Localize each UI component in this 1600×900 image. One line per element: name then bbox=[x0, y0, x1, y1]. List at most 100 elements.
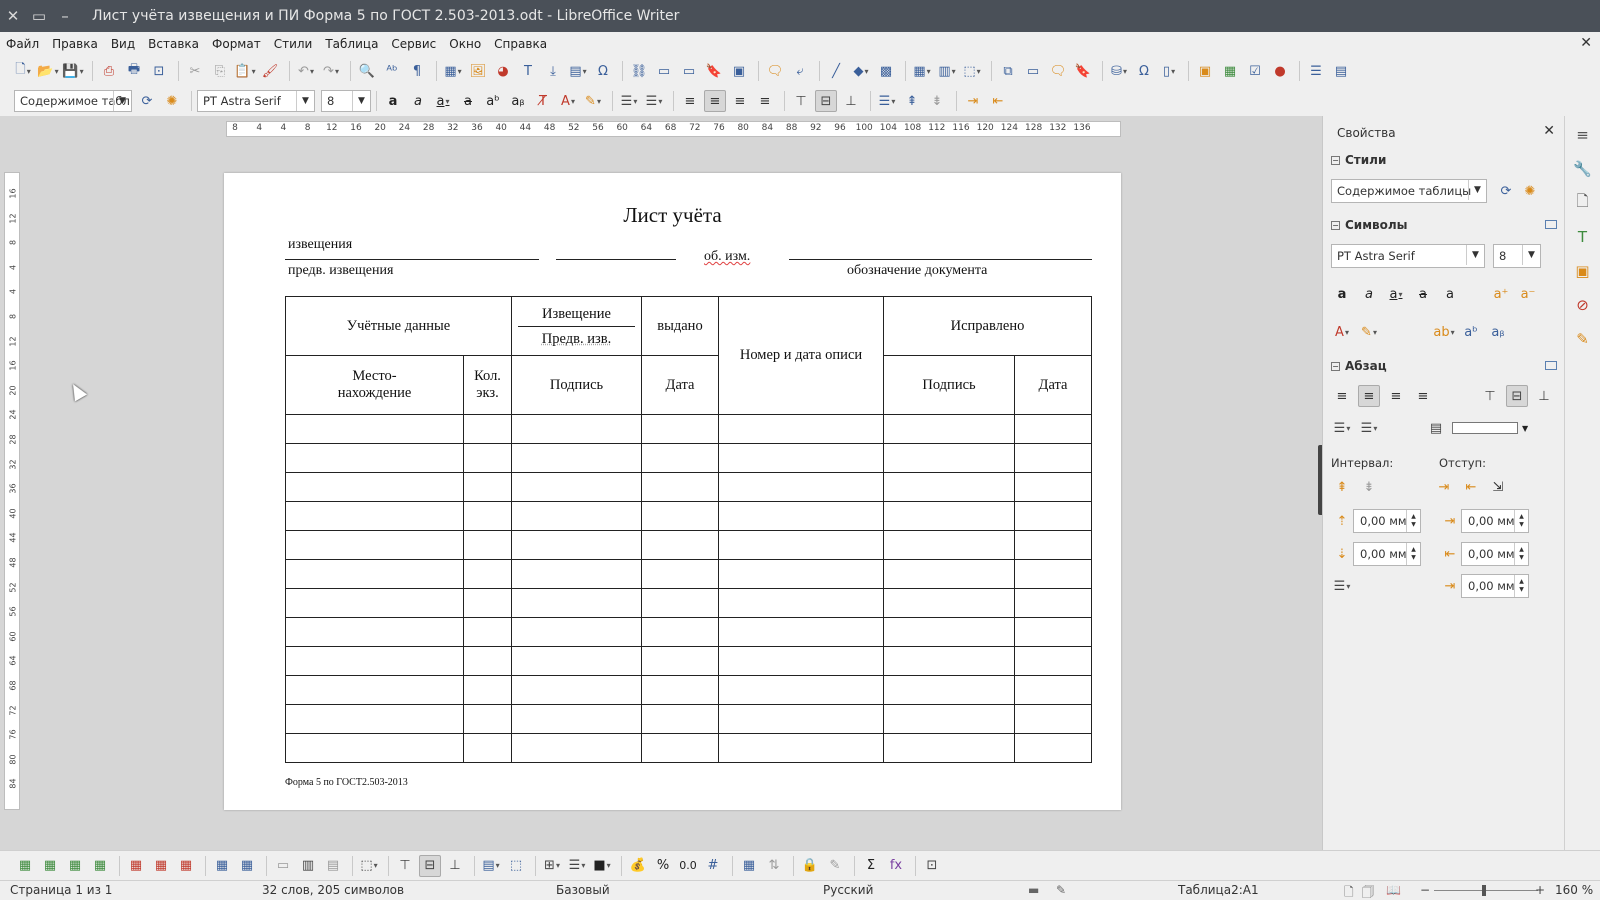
table-cell[interactable] bbox=[511, 559, 642, 589]
menu-window[interactable]: Окно bbox=[449, 37, 481, 51]
table-cell[interactable] bbox=[463, 443, 512, 473]
line-spacing-icon[interactable]: ☰ bbox=[1331, 575, 1353, 597]
decrease-indent-icon[interactable]: ⇤ bbox=[1460, 476, 1482, 498]
header-inventory[interactable]: Номер и дата описи bbox=[718, 296, 884, 415]
caption-icon[interactable]: ▭ bbox=[1022, 60, 1044, 82]
sidebar-font-combo[interactable]: PT Astra Serif ▼ bbox=[1331, 244, 1485, 268]
multi-page-view-icon[interactable]: 🗍 bbox=[1362, 883, 1374, 900]
insert-table-icon[interactable]: ▦ bbox=[442, 60, 464, 82]
header-accounting-data[interactable]: Учётные данные bbox=[285, 296, 512, 356]
insert-cross-reference-icon[interactable]: ▣ bbox=[728, 60, 750, 82]
table-cell[interactable] bbox=[511, 472, 642, 502]
styles-section-header[interactable]: − Стили bbox=[1331, 153, 1386, 167]
styles-tab-icon[interactable]: T bbox=[1570, 224, 1596, 250]
split-cells-icon[interactable]: ▥ bbox=[297, 855, 319, 877]
table-cell[interactable] bbox=[285, 414, 464, 444]
autoformat-icon[interactable]: ▤ bbox=[480, 855, 502, 877]
table-cell[interactable] bbox=[883, 530, 1015, 560]
horizontal-ruler[interactable]: 8 4 4 8 12 16 20 24 28 32 36 40 44 48 52 56 60 64 68 72 76 80… bbox=[226, 121, 1121, 137]
redo-icon[interactable]: ↷ bbox=[320, 60, 342, 82]
increase-spacing-icon[interactable]: ⇞ bbox=[1331, 476, 1353, 498]
select-cell-icon[interactable]: ▦ bbox=[211, 855, 233, 877]
update-style-icon[interactable]: ⟳ bbox=[136, 90, 158, 112]
table-cell[interactable] bbox=[883, 646, 1015, 676]
table-cell[interactable] bbox=[285, 501, 464, 531]
table-cell[interactable] bbox=[883, 675, 1015, 705]
more-options-icon[interactable] bbox=[1545, 220, 1557, 229]
chevron-down-icon[interactable]: ▼ bbox=[1522, 245, 1540, 265]
insert-columns-after-icon[interactable]: ▦ bbox=[89, 855, 111, 877]
table-cell[interactable] bbox=[463, 733, 512, 763]
table-cell[interactable] bbox=[718, 443, 884, 473]
delete-columns-icon[interactable]: ▦ bbox=[150, 855, 172, 877]
indent-after-field[interactable]: 0,00 мм ▲ ▼ bbox=[1461, 542, 1529, 566]
insert-chart-icon[interactable]: ◕ bbox=[492, 60, 514, 82]
number-format-percent-icon[interactable]: % bbox=[652, 855, 674, 877]
table-cell[interactable] bbox=[641, 443, 719, 473]
spacing-above-field[interactable]: 0,00 мм ▲ ▼ bbox=[1353, 509, 1421, 533]
table-cell[interactable] bbox=[511, 530, 642, 560]
table-align-center-icon[interactable]: ⊟ bbox=[419, 854, 441, 877]
table-cell[interactable] bbox=[463, 472, 512, 502]
note-icon[interactable]: 🗨 bbox=[1047, 60, 1069, 82]
insert-columns-before-icon[interactable]: ▦ bbox=[64, 855, 86, 877]
header-location[interactable]: Место-нахождение bbox=[285, 355, 464, 415]
characters-section-header[interactable]: − Символы bbox=[1331, 218, 1408, 232]
table-cell[interactable] bbox=[641, 704, 719, 734]
bullet-list-icon[interactable]: ☰ bbox=[618, 90, 640, 112]
bold-icon[interactable]: a bbox=[1331, 283, 1353, 305]
superscript-icon[interactable]: aᵇ bbox=[1460, 321, 1482, 343]
menu-format[interactable]: Формат bbox=[212, 37, 261, 51]
table-cell[interactable] bbox=[463, 588, 512, 618]
insert-comment-icon[interactable]: 🗨 bbox=[764, 60, 786, 82]
number-format-icon[interactable]: # bbox=[702, 855, 724, 877]
status-page[interactable]: Страница 1 из 1 bbox=[10, 883, 112, 897]
insert-image-icon[interactable]: 🖼 bbox=[467, 60, 489, 82]
select-table-icon[interactable]: ▦ bbox=[236, 855, 258, 877]
header-issued[interactable]: выдано bbox=[641, 296, 719, 356]
highlight-color-icon[interactable]: ✎ bbox=[1358, 321, 1380, 343]
table-cell[interactable] bbox=[1014, 646, 1092, 676]
book-view-icon[interactable]: 📖 bbox=[1386, 883, 1401, 897]
shrink-font-icon[interactable]: a⁻ bbox=[1517, 283, 1539, 305]
zoom-out-button[interactable]: − bbox=[1420, 883, 1430, 897]
page-tab-icon[interactable]: 🗋 bbox=[1570, 190, 1596, 216]
character-spacing-icon[interactable]: ab bbox=[1433, 321, 1455, 343]
sidebar-toggle-icon[interactable]: ☰ bbox=[1305, 60, 1327, 82]
align-right-icon[interactable]: ≡ bbox=[1385, 385, 1407, 407]
optimize-size-icon[interactable]: ⬚ bbox=[358, 855, 380, 877]
table-cell[interactable] bbox=[1014, 414, 1092, 444]
protect-cells-icon[interactable]: 🔒 bbox=[799, 855, 821, 877]
table-cell[interactable] bbox=[718, 414, 884, 444]
spinner-arrows-icon[interactable]: ▲ ▼ bbox=[1514, 510, 1528, 532]
insert-endnote-icon[interactable]: ▭ bbox=[678, 60, 700, 82]
table-cell[interactable] bbox=[641, 530, 719, 560]
first-line-indent-field[interactable]: 0,00 мм ▲ ▼ bbox=[1461, 574, 1529, 598]
insert-footnote-icon[interactable]: ▭ bbox=[653, 60, 675, 82]
accounting-table[interactable]: Учётные данные Извещение Предв. изв. выд… bbox=[285, 296, 1092, 763]
table-cell[interactable] bbox=[463, 617, 512, 647]
window-minimize-button[interactable]: – bbox=[52, 0, 78, 32]
table-cell[interactable] bbox=[285, 646, 464, 676]
table-cell[interactable] bbox=[285, 530, 464, 560]
highlight-color-icon[interactable]: ✎ bbox=[582, 90, 604, 112]
table-cell[interactable] bbox=[463, 559, 512, 589]
numbered-list-icon[interactable]: ☰ bbox=[1358, 417, 1380, 439]
save-icon[interactable]: 💾 bbox=[62, 60, 84, 82]
zoom-slider-thumb[interactable] bbox=[1482, 885, 1486, 896]
sidebar-font-size-combo[interactable]: 8 ▼ bbox=[1493, 244, 1541, 268]
bookmark-icon[interactable]: 🔖 bbox=[1072, 60, 1094, 82]
spinner-arrows-icon[interactable]: ▲ ▼ bbox=[1514, 575, 1528, 597]
underline-icon[interactable]: a bbox=[432, 90, 454, 112]
increase-indent-icon[interactable]: ⇥ bbox=[962, 90, 984, 112]
sum-icon[interactable]: Σ bbox=[860, 855, 882, 877]
export-pdf-icon[interactable]: ⎙ bbox=[98, 60, 120, 82]
subscript-icon[interactable]: aᵦ bbox=[1487, 321, 1509, 343]
bold-icon[interactable]: a bbox=[382, 90, 404, 112]
spinner-arrows-icon[interactable]: ▲ ▼ bbox=[1514, 543, 1528, 565]
table-dialog-icon[interactable]: ⊡ bbox=[921, 855, 943, 877]
single-page-view-icon[interactable]: 🗋 bbox=[1344, 883, 1354, 900]
shadow-icon[interactable]: a bbox=[1439, 283, 1461, 305]
table-cell[interactable] bbox=[1014, 733, 1092, 763]
table-cell[interactable] bbox=[718, 617, 884, 647]
